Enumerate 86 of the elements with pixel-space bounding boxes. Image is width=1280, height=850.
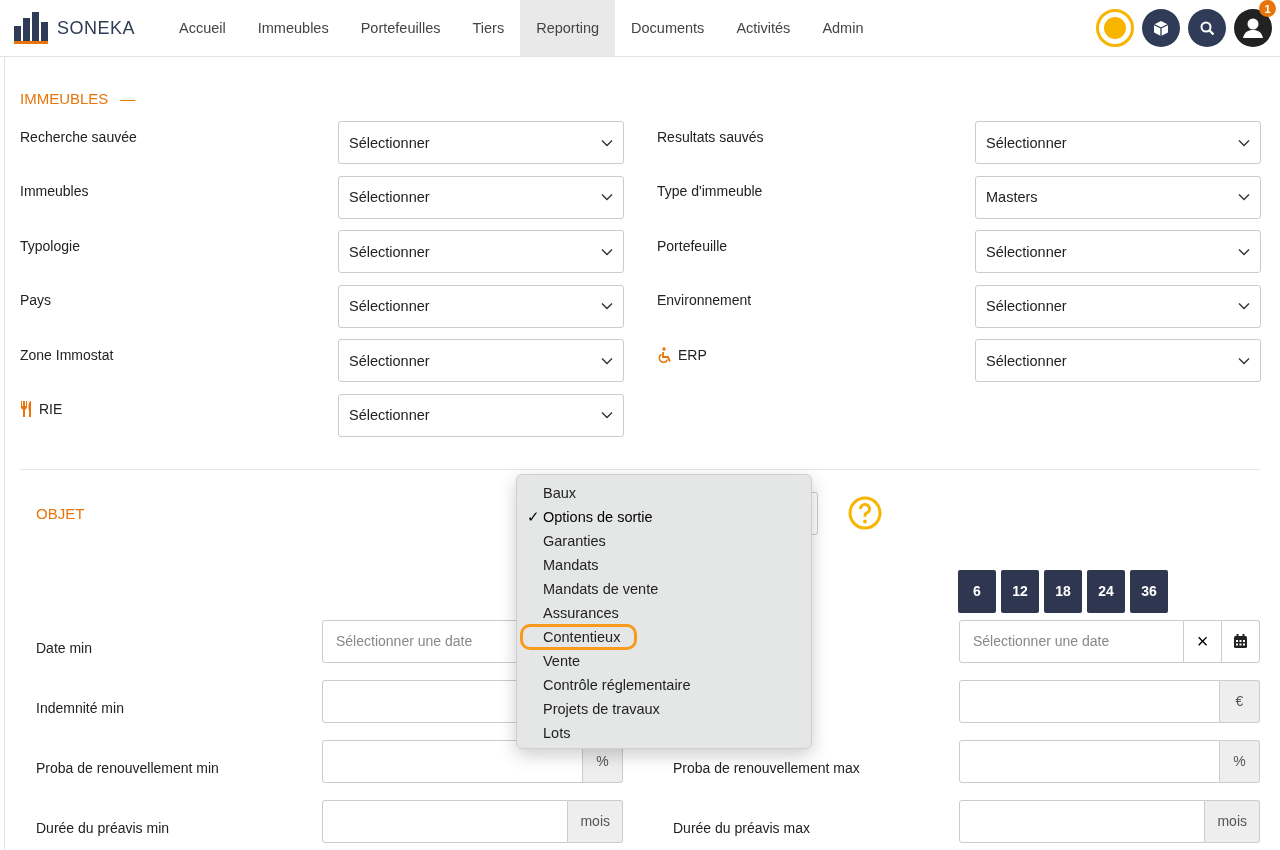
chevron-down-icon	[1238, 356, 1250, 365]
menu-option[interactable]: Contrôle réglementaire	[523, 675, 697, 695]
chevron-down-icon	[601, 247, 613, 256]
field-label: Durée du préavis min	[36, 820, 170, 836]
fork-knife-icon	[20, 401, 34, 417]
cube-button[interactable]	[1142, 9, 1180, 47]
period-button[interactable]: 36	[1130, 569, 1168, 613]
search-icon	[1199, 20, 1215, 36]
chevron-down-icon	[1238, 193, 1250, 201]
unit-label: mois	[568, 799, 623, 843]
input-field[interactable]	[322, 799, 569, 843]
chevron-down-icon	[601, 302, 613, 310]
menu-option[interactable]: Garanties	[523, 531, 612, 551]
brand-name: SONEKA	[57, 17, 136, 39]
field-label: Indemnité min	[36, 700, 124, 716]
field-label: RIE	[39, 401, 63, 417]
section-title: OBJET	[36, 504, 86, 522]
select-field[interactable]: Masters	[975, 175, 1261, 219]
field-label: ERP	[678, 346, 707, 363]
menu-option[interactable]: Baux	[523, 483, 583, 503]
menu-option[interactable]: Mandats de vente	[523, 579, 665, 599]
chevron-down-icon	[601, 356, 613, 365]
chevron-down-icon	[601, 411, 613, 419]
section-title: IMMEUBLES	[20, 89, 109, 107]
cube-icon	[1154, 20, 1168, 36]
select-field[interactable]: Sélectionner	[338, 230, 624, 273]
select-field[interactable]: Sélectionner	[975, 121, 1261, 164]
field-label: Type d'immeuble	[657, 183, 763, 199]
period-button[interactable]: 12	[1001, 569, 1039, 613]
nav-tab[interactable]: Immeubles	[241, 0, 345, 56]
menu-option[interactable]: Projets de travaux	[523, 699, 666, 719]
wheelchair-icon	[657, 346, 673, 363]
unit-label: €	[1220, 679, 1260, 723]
menu-option[interactable]: Mandats	[523, 555, 605, 575]
field-label: Proba de renouvellement max	[673, 760, 860, 776]
chevron-down-icon	[1238, 247, 1250, 256]
field-label: Pays	[20, 292, 52, 308]
select-field[interactable]: Sélectionner	[338, 393, 624, 437]
period-button[interactable]: 24	[1087, 569, 1125, 613]
chevron-down-icon	[601, 138, 613, 147]
input-field[interactable]	[322, 739, 583, 783]
field-label: Recherche sauvée	[20, 128, 137, 145]
field-label: Durée du préavis max	[673, 820, 810, 836]
nav-tab[interactable]: Accueil	[163, 0, 242, 56]
period-button[interactable]: 18	[1044, 569, 1082, 613]
field-label: Immeubles	[20, 183, 89, 199]
nav-tab[interactable]: Reporting	[520, 0, 616, 56]
nav-tab[interactable]: Admin	[806, 0, 880, 56]
field-label: Portefeuille	[657, 237, 728, 254]
input-field[interactable]	[959, 799, 1206, 843]
menu-option[interactable]: Lots	[523, 723, 577, 743]
select-field[interactable]: Sélectionner	[975, 339, 1261, 382]
nav-tab[interactable]: Portefeuilles	[344, 0, 457, 56]
notification-badge: 1	[1259, 0, 1276, 17]
chevron-down-icon	[1238, 138, 1250, 147]
menu-option[interactable]: ✓ Options de sortie	[523, 507, 659, 527]
nav-tab[interactable]: Documents	[615, 0, 721, 56]
date-field[interactable]: Sélectionner une date	[959, 619, 1184, 663]
unit-label: %	[1220, 739, 1260, 783]
field-label: Typologie	[20, 237, 80, 254]
select-field[interactable]: Sélectionner	[338, 175, 624, 219]
select-field[interactable]: Sélectionner	[975, 230, 1261, 273]
calendar-icon	[1234, 634, 1247, 648]
select-field[interactable]: Sélectionner	[975, 284, 1261, 328]
field-label: Zone Immostat	[20, 346, 114, 363]
buildings-logo-icon	[14, 12, 48, 44]
nav-tab[interactable]: Activités	[720, 0, 807, 56]
field-label: Resultats sauvés	[657, 128, 764, 145]
select-field[interactable]: Sélectionner	[338, 121, 624, 164]
select-field[interactable]: Sélectionner	[338, 339, 624, 382]
status-indicator-button[interactable]	[1096, 9, 1134, 47]
nav-tab[interactable]: Tiers	[456, 0, 521, 56]
clear-button[interactable]: ×	[1184, 619, 1222, 663]
select-field[interactable]: Sélectionner	[338, 284, 624, 328]
input-field[interactable]	[959, 679, 1220, 723]
search-button[interactable]	[1188, 9, 1226, 47]
period-button[interactable]: 6	[958, 569, 996, 613]
field-label: Environnement	[657, 292, 752, 308]
chevron-down-icon	[601, 193, 613, 201]
help-icon[interactable]	[848, 496, 882, 530]
unit-label: mois	[1205, 799, 1260, 843]
chevron-down-icon	[1238, 302, 1250, 310]
calendar-button[interactable]	[1222, 619, 1260, 663]
field-label: Proba de renouvellement min	[36, 760, 219, 776]
field-label: Date min	[36, 640, 93, 656]
input-field[interactable]	[959, 739, 1220, 783]
